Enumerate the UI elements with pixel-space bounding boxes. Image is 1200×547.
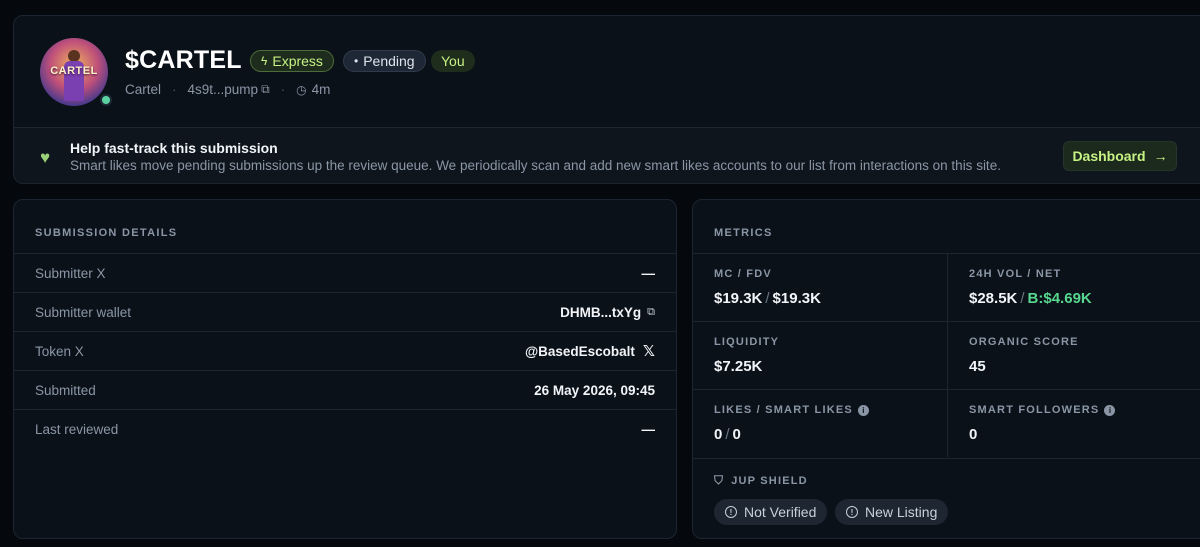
likes-value: 0 — [714, 426, 723, 443]
arrow-right-icon: → — [1153, 148, 1168, 164]
smart-followers-value: 0 — [969, 426, 978, 443]
metric-label-wrap: SMART FOLLOWERS i — [969, 404, 1116, 416]
detail-key: Submitter X — [35, 265, 106, 281]
smart-likes-value: 0 — [732, 426, 741, 443]
token-address[interactable]: 4s9t...pump — [188, 82, 259, 97]
express-badge: ϟ Express — [250, 50, 334, 72]
heart-icon: ♥ — [40, 148, 51, 167]
metric-label: LIQUIDITY — [714, 336, 780, 348]
slash-separator: / — [1020, 290, 1025, 307]
pending-badge-label: Pending — [363, 53, 415, 69]
new-listing-tag[interactable]: ! New Listing — [835, 499, 949, 525]
express-badge-label: Express — [272, 53, 323, 69]
detail-key: Submitted — [35, 382, 96, 398]
detail-row-submitter-x: Submitter X — — [14, 253, 676, 292]
info-icon[interactable]: i — [1104, 404, 1116, 416]
metric-label: MC / FDV — [714, 268, 772, 280]
jup-shield-label: JUP SHIELD — [731, 474, 808, 487]
avatar-logo-text: CARTEL — [50, 65, 98, 77]
metric-label: 24H VOL / NET — [969, 268, 1062, 280]
metric-mc-fdv: MC / FDV $19.3K / $19.3K — [693, 253, 948, 321]
metric-liquidity: LIQUIDITY $7.25K — [693, 321, 948, 389]
detail-row-submitter-wallet: Submitter wallet DHMB...txYg ⧉ — [14, 292, 676, 331]
separator-dot: · — [172, 82, 177, 97]
help-banner: ♥ Help fast-track this submission Smart … — [14, 127, 1200, 183]
metric-smart-followers: SMART FOLLOWERS i 0 — [948, 389, 1200, 457]
dashboard-button-label: Dashboard — [1072, 148, 1146, 164]
detail-value-wrap: @BasedEscobalt 𝕏 — [525, 342, 655, 360]
x-logo-icon[interactable]: 𝕏 — [643, 342, 655, 360]
token-info-row: CARTEL $CARTEL ϟ Express • Pending You C… — [14, 16, 1200, 128]
token-meta-row: Cartel · 4s9t...pump ⧉ · ◷ 4m — [125, 82, 330, 97]
tag-label: New Listing — [865, 504, 938, 520]
metric-label: ORGANIC SCORE — [969, 336, 1079, 348]
detail-row-submitted: Submitted 26 May 2026, 09:45 — [14, 370, 676, 409]
alert-circle-icon: ! — [725, 506, 737, 518]
status-dot-icon — [102, 96, 110, 104]
liquidity-value: $7.25K — [714, 358, 763, 375]
metric-label: SMART FOLLOWERS — [969, 404, 1100, 416]
jup-shield-section: ⛉ JUP SHIELD ! Not Verified ! New Listin… — [693, 458, 1200, 538]
metrics-card: METRICS MC / FDV $19.3K / $19.3K 24H VOL /… — [692, 199, 1200, 539]
submission-details-card: SUBMISSION DETAILS Submitter X — Submitt… — [13, 199, 677, 539]
not-verified-tag[interactable]: ! Not Verified — [714, 499, 828, 525]
alert-circle-icon: ! — [846, 506, 858, 518]
metric-label-wrap: LIKES / SMART LIKES i — [714, 404, 869, 416]
token-x-handle[interactable]: @BasedEscobalt — [525, 344, 635, 359]
slash-separator: / — [725, 426, 730, 443]
detail-key: Token X — [35, 343, 84, 359]
copy-icon[interactable]: ⧉ — [647, 306, 655, 319]
detail-key: Last reviewed — [35, 421, 119, 437]
copy-icon[interactable]: ⧉ — [261, 82, 270, 97]
detail-key: Submitter wallet — [35, 304, 132, 320]
you-badge-label: You — [441, 53, 465, 69]
detail-row-last-reviewed: Last reviewed — — [14, 409, 676, 448]
clock-icon: ◷ — [296, 82, 307, 97]
net-value: B:$4.69K — [1027, 290, 1092, 307]
dashboard-button[interactable]: Dashboard → — [1063, 141, 1177, 171]
token-header-card: CARTEL $CARTEL ϟ Express • Pending You C… — [13, 15, 1200, 184]
metric-organic-score: ORGANIC SCORE 45 — [948, 321, 1200, 389]
pending-badge: • Pending — [343, 50, 426, 72]
metric-value: $19.3K / $19.3K — [714, 290, 821, 307]
detail-value: — — [641, 265, 656, 281]
detail-row-token-x: Token X @BasedEscobalt 𝕏 — [14, 331, 676, 370]
tag-label: Not Verified — [744, 504, 817, 520]
organic-score-value: 45 — [969, 358, 986, 375]
submission-details-heading: SUBMISSION DETAILS — [35, 227, 178, 239]
fdv-value: $19.3K — [772, 290, 821, 307]
slash-separator: / — [765, 290, 770, 307]
mc-value: $19.3K — [714, 290, 763, 307]
metric-value: $28.5K / B:$4.69K — [969, 290, 1092, 307]
metric-value: 0/0 — [714, 426, 741, 443]
token-subtitle: Cartel — [125, 82, 162, 97]
info-icon[interactable]: i — [857, 404, 869, 416]
metric-vol-net: 24H VOL / NET $28.5K / B:$4.69K — [948, 253, 1200, 321]
you-badge: You — [431, 50, 475, 72]
detail-value-wrap: DHMB...txYg ⧉ — [560, 305, 655, 320]
token-age: 4m — [311, 82, 331, 97]
separator-dot: · — [280, 82, 286, 97]
shield-icon: ⛉ — [714, 473, 725, 487]
metric-likes: LIKES / SMART LIKES i 0/0 — [693, 389, 948, 457]
detail-value: — — [641, 421, 656, 437]
jup-shield-label-wrap: ⛉ JUP SHIELD — [714, 473, 808, 488]
token-name: $CARTEL — [125, 46, 242, 74]
vol-value: $28.5K — [969, 290, 1018, 307]
lightning-icon: ϟ — [261, 54, 268, 68]
submitter-wallet-value[interactable]: DHMB...txYg — [560, 305, 641, 320]
help-text: Smart likes move pending submissions up … — [70, 158, 1001, 173]
dot-icon: • — [354, 54, 359, 68]
help-title: Help fast-track this submission — [70, 140, 278, 156]
detail-value: 26 May 2026, 09:45 — [534, 382, 655, 398]
avatar-status-badge — [98, 92, 114, 108]
metrics-heading: METRICS — [714, 227, 773, 239]
metric-label: LIKES / SMART LIKES — [714, 404, 853, 416]
